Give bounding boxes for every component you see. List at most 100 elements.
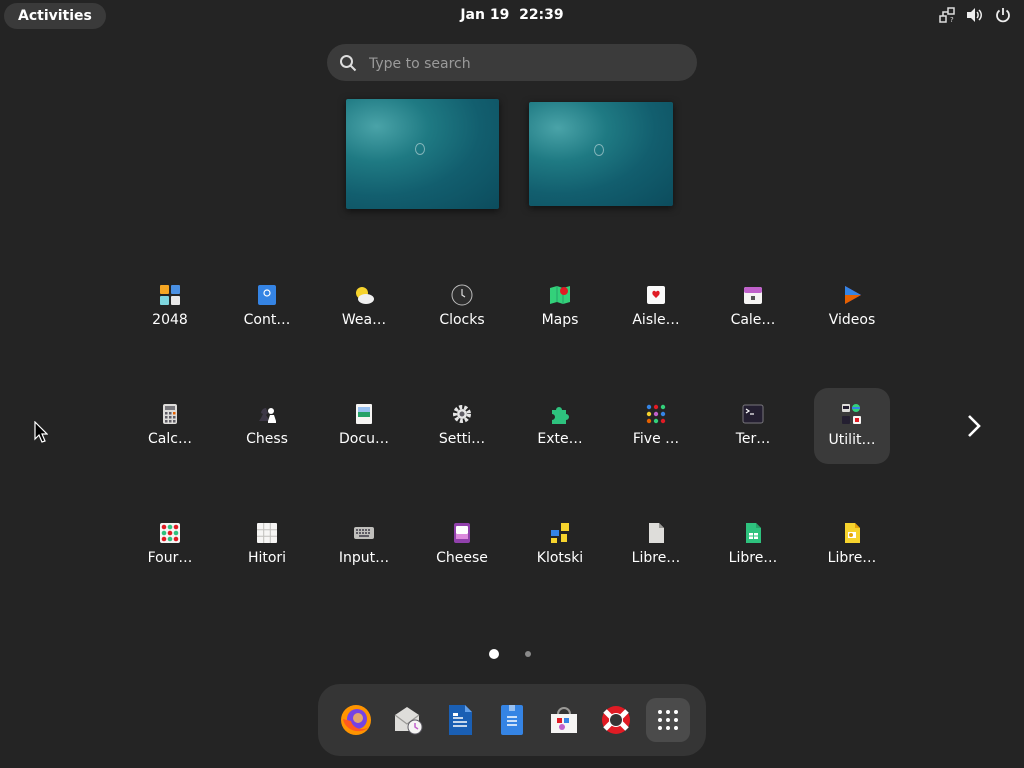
app-klotski[interactable]: Klotski [522, 514, 598, 590]
app-label: Wea… [341, 312, 387, 328]
app-calendar[interactable]: Cale… [715, 276, 791, 352]
app-label: Cont… [243, 312, 291, 328]
dock-show-apps[interactable] [646, 698, 690, 742]
workspace-thumbnail-1[interactable] [346, 99, 499, 209]
page-dot-2[interactable] [525, 651, 531, 657]
chevron-right-icon[interactable] [962, 414, 986, 438]
hitori-icon [257, 523, 277, 543]
clocks-icon [451, 284, 473, 306]
app-label: Calc… [148, 431, 192, 447]
app-weather[interactable]: Wea… [326, 276, 402, 352]
app-label: Input… [338, 550, 390, 566]
app-label: Maps [541, 312, 579, 328]
dock-software[interactable] [542, 698, 586, 742]
dock [318, 684, 706, 756]
app-label: Videos [828, 312, 876, 328]
app-label: Libre… [728, 550, 778, 566]
app-label: Five … [632, 431, 680, 447]
dock-help[interactable] [594, 698, 638, 742]
four-in-a-row-icon [160, 523, 180, 543]
app-cheese[interactable]: Cheese [424, 514, 500, 590]
chess-icon [259, 408, 276, 423]
libreoffice-calc-icon [746, 523, 761, 543]
volume-icon[interactable] [966, 6, 984, 24]
maps-icon [550, 286, 570, 304]
mouse-cursor-icon [34, 421, 48, 443]
app-label: Klotski [536, 550, 584, 566]
videos-icon [845, 286, 861, 304]
app-label: Four… [147, 550, 193, 566]
svg-text:?: ? [950, 16, 954, 23]
libreoffice-impress-icon [845, 523, 860, 543]
app-label: Utilit… [828, 432, 876, 448]
aisleriot-icon [647, 286, 665, 304]
app-maps[interactable]: Maps [522, 276, 598, 352]
calendar-icon [744, 287, 762, 304]
files-icon [501, 705, 523, 735]
search-icon [340, 55, 357, 72]
app-settings[interactable]: Setti… [424, 395, 500, 471]
search-bar[interactable] [327, 44, 697, 83]
app-terminal[interactable]: Ter… [715, 395, 791, 471]
dock-writer[interactable] [438, 698, 482, 742]
input-method-icon [354, 527, 374, 539]
app-label: Hitori [247, 550, 287, 566]
search-input[interactable] [367, 44, 691, 83]
dock-evolution[interactable] [386, 698, 430, 742]
contacts-icon [258, 285, 276, 305]
app-label: Cheese [436, 550, 488, 566]
firefox-icon [341, 705, 371, 735]
document-viewer-icon [356, 404, 372, 424]
app-libreoffice-calc[interactable]: Libre… [715, 514, 791, 590]
app-clocks[interactable]: Clocks [424, 276, 500, 352]
app-videos[interactable]: Videos [814, 276, 890, 352]
extensions-icon [552, 407, 569, 424]
libreoffice-icon [649, 523, 664, 543]
app-label: Exte… [537, 431, 583, 447]
app-label: Setti… [438, 431, 486, 447]
clock[interactable]: Jan 19 22:39 [0, 7, 1024, 23]
app-folder-utilities[interactable]: Utilit… [814, 388, 890, 464]
app-label: Docu… [339, 431, 389, 447]
page-dot-1[interactable] [489, 649, 499, 659]
app-label: 2048 [152, 312, 188, 328]
app-grid-icon [658, 710, 678, 730]
weather-icon [356, 287, 374, 304]
app-label: Chess [246, 431, 288, 447]
app-2048[interactable]: 2048 [132, 276, 208, 352]
klotski-icon [551, 523, 569, 543]
cheese-icon [454, 523, 470, 543]
power-icon[interactable] [994, 6, 1012, 24]
app-aisleriot[interactable]: Aisle… [618, 276, 694, 352]
five-or-more-icon [646, 404, 666, 424]
app-label: Ter… [735, 431, 771, 447]
mail-clock-icon [394, 707, 423, 735]
app-label: Libre… [827, 550, 877, 566]
utilities-folder-icon [842, 404, 861, 424]
dock-firefox[interactable] [334, 698, 378, 742]
system-tray[interactable]: ? [938, 6, 1012, 24]
app-chess[interactable]: Chess [229, 395, 305, 471]
app-document-viewer[interactable]: Docu… [326, 395, 402, 471]
help-lifebuoy-icon [602, 706, 630, 734]
app-extensions[interactable]: Exte… [522, 395, 598, 471]
clock-date[interactable]: Jan 19 [460, 7, 509, 23]
app-contacts[interactable]: Cont… [229, 276, 305, 352]
workspace-thumbnail-2[interactable] [529, 102, 673, 206]
app-hitori[interactable]: Hitori [229, 514, 305, 590]
app-calculator[interactable]: Calc… [132, 395, 208, 471]
terminal-icon [742, 404, 764, 424]
app-four-in-a-row[interactable]: Four… [132, 514, 208, 590]
settings-icon [453, 405, 471, 423]
app-five-or-more[interactable]: Five … [618, 395, 694, 471]
dock-files[interactable] [490, 698, 534, 742]
clock-time[interactable]: 22:39 [519, 7, 564, 23]
activities-button[interactable]: Activities [4, 3, 106, 29]
2048-icon [160, 285, 180, 305]
app-input-method[interactable]: Input… [326, 514, 402, 590]
app-libreoffice-impress[interactable]: Libre… [814, 514, 890, 590]
app-libreoffice[interactable]: Libre… [618, 514, 694, 590]
network-icon[interactable]: ? [938, 6, 956, 24]
app-label: Clocks [439, 312, 485, 328]
app-label: Cale… [730, 312, 776, 328]
